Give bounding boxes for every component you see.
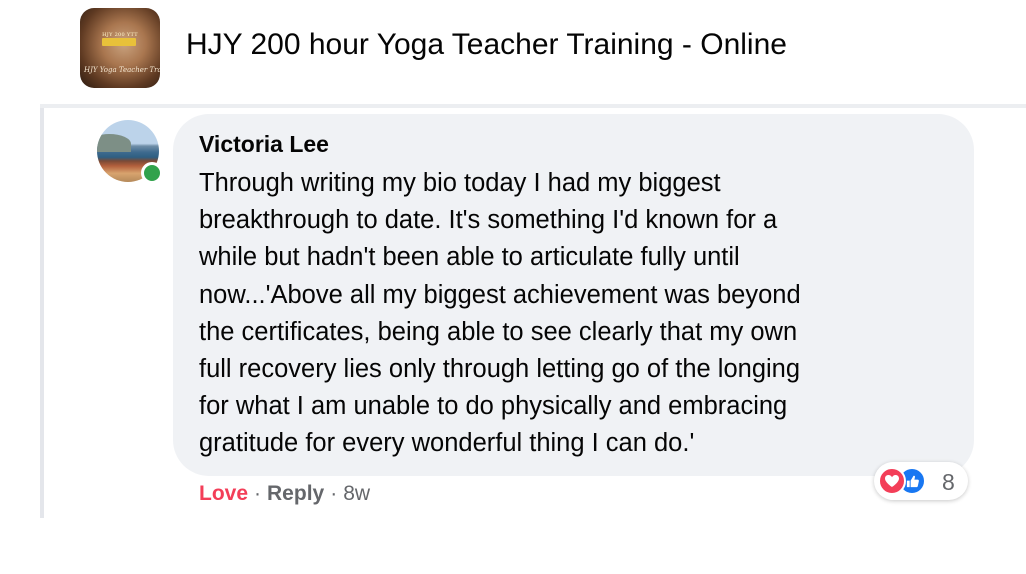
reply-button[interactable]: Reply bbox=[267, 482, 324, 505]
thread-line bbox=[40, 108, 44, 518]
online-status-indicator bbox=[141, 162, 163, 184]
action-separator: · bbox=[254, 482, 262, 505]
group-title[interactable]: HJY 200 hour Yoga Teacher Training - Onl… bbox=[186, 28, 787, 62]
love-icon bbox=[878, 467, 906, 495]
avatar-banner bbox=[102, 38, 136, 46]
action-separator: · bbox=[330, 482, 338, 505]
comment-author-name[interactable]: Victoria Lee bbox=[199, 131, 329, 158]
comment-actions: Love · Reply · 8w bbox=[199, 482, 370, 506]
comment-text-line: now...'Above all my biggest achievement … bbox=[199, 280, 801, 309]
reactions-summary[interactable]: 8 bbox=[874, 462, 968, 500]
comment-timestamp[interactable]: 8w bbox=[343, 482, 370, 505]
comment-text-line: the certificates, being able to see clea… bbox=[199, 317, 798, 346]
header-divider bbox=[40, 104, 1026, 108]
comment-text-line: gratitude for every wonderful thing I ca… bbox=[199, 429, 695, 458]
comment-text: Through writing my bio today I had my bi… bbox=[199, 165, 959, 463]
group-avatar[interactable]: HJY 200 YTT HJY Yoga Teacher Train bbox=[80, 8, 160, 88]
comment-text-line: full recovery lies only through letting … bbox=[199, 355, 801, 384]
comment-text-line: breakthrough to date. It's something I'd… bbox=[199, 206, 778, 235]
avatar-banner-text: HJY 200 YTT bbox=[102, 32, 138, 38]
group-header: HJY 200 YTT HJY Yoga Teacher Train HJY 2… bbox=[0, 0, 1026, 104]
comment-text-line: Through writing my bio today I had my bi… bbox=[199, 169, 721, 197]
comment-text-line: while but hadn't been able to articulate… bbox=[199, 243, 740, 272]
avatar-script-text: HJY Yoga Teacher Train bbox=[84, 66, 160, 74]
love-reaction-button[interactable]: Love bbox=[199, 482, 248, 505]
reaction-count: 8 bbox=[942, 469, 955, 495]
avatar-landscape bbox=[97, 134, 131, 152]
comment-text-line: for what I am unable to do physically an… bbox=[199, 392, 788, 421]
